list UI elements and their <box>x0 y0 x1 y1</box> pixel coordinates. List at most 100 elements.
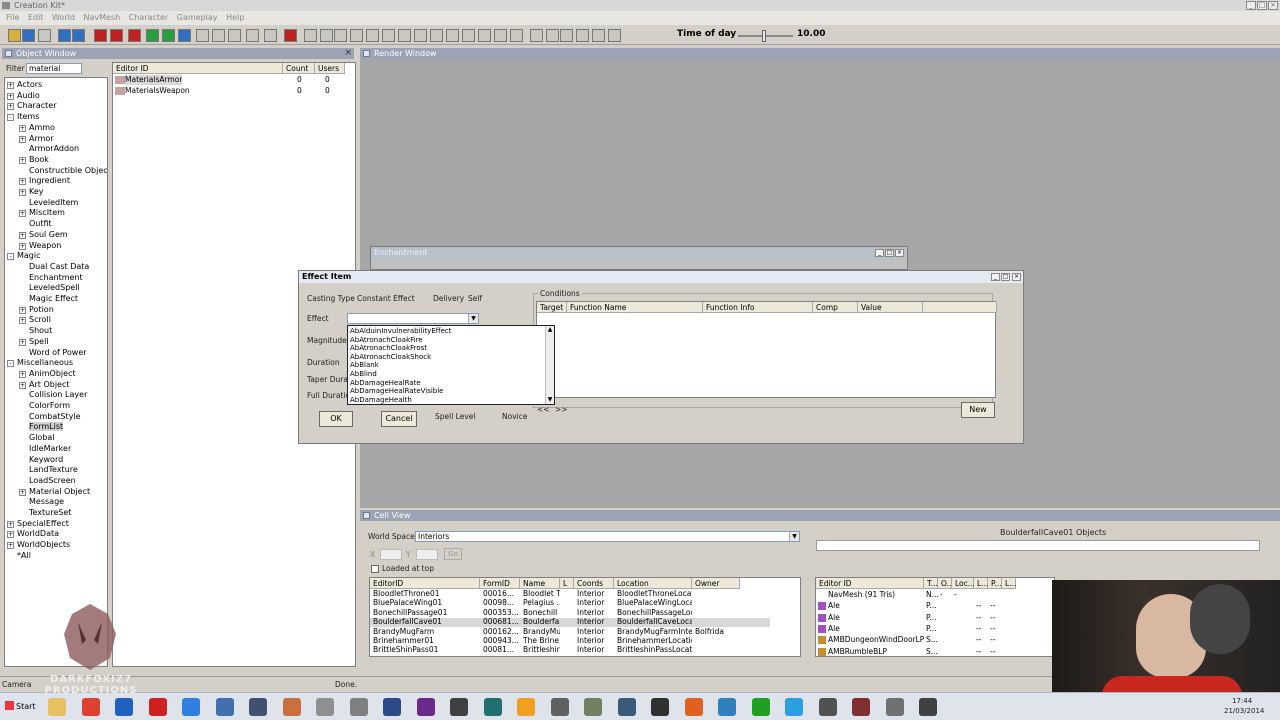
toolbar-icon[interactable] <box>478 29 491 42</box>
dropdown-scrollbar[interactable]: ▲ ▼ <box>545 326 554 404</box>
tree-item[interactable]: + Material Object <box>19 487 90 498</box>
rotate-icon[interactable] <box>196 29 209 42</box>
tree-item[interactable]: FormList <box>19 422 64 433</box>
tree-item[interactable]: Constructible Objec <box>19 166 107 177</box>
tree-item[interactable]: + Potion <box>19 305 54 316</box>
redo-icon[interactable] <box>72 29 85 42</box>
expand-icon[interactable]: + <box>19 381 26 389</box>
tree-item[interactable]: + Soul Gem <box>19 230 68 241</box>
obs-icon[interactable] <box>651 698 669 716</box>
cell-row-editorid[interactable]: BrittleShinPass01 <box>373 645 480 655</box>
tree-item[interactable]: Enchantment <box>19 273 83 284</box>
go-button[interactable]: Go <box>444 548 462 560</box>
objects-filter-input[interactable] <box>816 540 1260 551</box>
tree-item[interactable]: + SpecialEffect <box>7 519 69 530</box>
landscape-icon[interactable] <box>146 29 159 42</box>
tree-item[interactable]: *All <box>7 551 31 562</box>
toolbar-icon[interactable] <box>608 29 621 42</box>
close-button[interactable]: × <box>895 249 904 257</box>
snap-icon[interactable] <box>228 29 241 42</box>
col-target[interactable]: Target <box>537 302 567 313</box>
obj-col-header[interactable]: L... <box>974 578 988 589</box>
toolbar-icon[interactable] <box>462 29 475 42</box>
collapse-icon[interactable]: - <box>7 253 14 261</box>
expand-icon[interactable]: + <box>19 488 26 496</box>
toolbar-icon[interactable] <box>350 29 363 42</box>
expand-icon[interactable]: + <box>19 231 26 239</box>
tree-item[interactable]: LeveledItem <box>19 198 78 209</box>
object-row-name[interactable]: NavMesh (91 Tris) <box>828 590 934 600</box>
obj-col-header[interactable]: T... <box>924 578 938 589</box>
tree-item[interactable]: Message <box>19 497 64 508</box>
tree-item[interactable]: + Audio <box>7 91 40 102</box>
menu-file[interactable]: File <box>6 11 19 25</box>
tree-item[interactable]: + Art Object <box>19 380 70 391</box>
photoshop-icon[interactable] <box>383 698 401 716</box>
minimize-button[interactable]: _ <box>875 249 884 257</box>
search-icon[interactable] <box>550 698 569 716</box>
tree-item[interactable]: Word of Power <box>19 348 87 359</box>
scroll-up-icon[interactable]: ▲ <box>546 326 554 334</box>
close-button[interactable]: × <box>1012 273 1021 281</box>
nav-next-button[interactable]: >> <box>555 405 568 415</box>
obj-col-header[interactable]: L... <box>1002 578 1016 589</box>
object-row-name[interactable]: Ale <box>828 624 934 634</box>
delete-icon[interactable] <box>94 29 107 42</box>
toolbar-icon[interactable] <box>560 29 573 42</box>
undo-icon[interactable] <box>58 29 71 42</box>
expand-icon[interactable]: + <box>19 135 26 143</box>
toolbar-icon[interactable] <box>414 29 427 42</box>
col-function-name[interactable]: Function Name <box>567 302 703 313</box>
tree-item[interactable]: LoadScreen <box>19 476 76 487</box>
obj-col-header[interactable]: P... <box>988 578 1002 589</box>
list-item[interactable]: MaterialsArmor <box>125 75 183 85</box>
tree-item[interactable]: + Spell <box>19 337 49 348</box>
tree-item[interactable]: - Items <box>7 112 39 123</box>
ok-button[interactable]: OK <box>319 411 353 427</box>
torrent-icon[interactable] <box>584 698 602 716</box>
dropdown-option[interactable]: AbAtronachCloakFire <box>350 336 423 345</box>
menu-world[interactable]: World <box>52 11 75 25</box>
maximize-button[interactable]: □ <box>1257 1 1267 10</box>
premiere-icon[interactable] <box>416 698 435 716</box>
toolbar-icon[interactable] <box>334 29 347 42</box>
tree-item[interactable]: + Armor <box>19 134 54 145</box>
expand-icon[interactable]: + <box>7 542 14 550</box>
toolbar-icon[interactable] <box>304 29 317 42</box>
col-editor-id[interactable]: Editor ID <box>113 63 283 74</box>
col-l[interactable]: L <box>560 578 574 589</box>
expand-icon[interactable]: + <box>7 520 14 528</box>
dropdown-option[interactable]: AbDamageHealth <box>350 396 412 405</box>
render-icon[interactable] <box>128 29 141 42</box>
loaded-at-top-checkbox[interactable] <box>371 565 379 573</box>
obj-col-header[interactable]: Editor ID <box>816 578 924 589</box>
tree-item[interactable]: Global <box>19 433 55 444</box>
col-comp[interactable]: Comp <box>813 302 858 313</box>
tree-item[interactable]: Shout <box>19 326 52 337</box>
tree-item[interactable]: - Magic <box>7 251 41 262</box>
slider-thumb[interactable] <box>762 30 766 42</box>
teamspeak-icon[interactable] <box>617 698 636 716</box>
skype-icon[interactable] <box>785 698 803 716</box>
effect-select[interactable]: ▼ <box>347 313 479 324</box>
tree-item[interactable]: Outfit <box>19 219 52 230</box>
maximize-button[interactable]: □ <box>1001 273 1010 281</box>
expand-icon[interactable]: + <box>19 317 26 325</box>
toolbar-icon[interactable] <box>592 29 605 42</box>
time-of-day-slider[interactable] <box>738 30 793 42</box>
tree-item[interactable]: + Key <box>19 187 44 198</box>
scale-icon[interactable] <box>212 29 225 42</box>
tree-item[interactable]: + Weapon <box>19 241 61 252</box>
filter-input[interactable] <box>26 63 82 74</box>
col-users[interactable]: Users <box>315 63 345 74</box>
start-button[interactable]: Start <box>2 698 36 716</box>
col-extra[interactable] <box>923 302 997 313</box>
obj-col-header[interactable]: Loc... <box>952 578 975 589</box>
tree-item[interactable]: LeveledSpell <box>19 283 80 294</box>
tree-item[interactable]: + WorldObjects <box>7 540 70 551</box>
folder-icon[interactable] <box>48 698 66 716</box>
razer-icon[interactable] <box>751 698 770 716</box>
tree-item[interactable]: ArmorAddon <box>19 144 79 155</box>
publisher-icon[interactable] <box>483 698 502 716</box>
dropdown-option[interactable]: AbAtronachCloakShock <box>350 353 431 362</box>
